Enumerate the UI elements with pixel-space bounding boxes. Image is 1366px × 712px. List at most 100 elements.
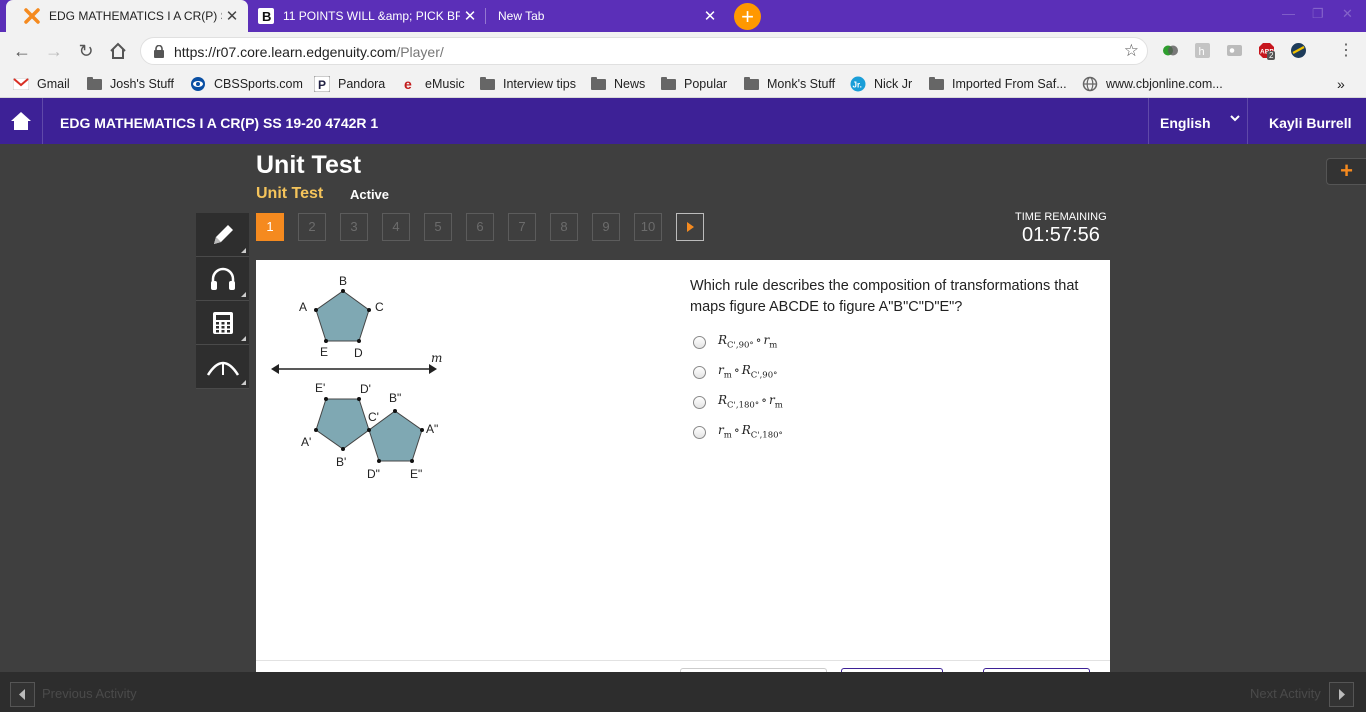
extension-compass-icon[interactable] bbox=[1290, 42, 1307, 59]
question-7-button[interactable]: 7 bbox=[508, 213, 536, 241]
bookmark-monks-stuff[interactable]: Monk's Stuff bbox=[743, 76, 835, 92]
home-icon[interactable] bbox=[107, 40, 129, 62]
radio-button[interactable] bbox=[693, 365, 706, 379]
bookmark-interview-tips[interactable]: Interview tips bbox=[479, 76, 576, 92]
next-question-button[interactable] bbox=[676, 213, 704, 241]
adblock-icon[interactable]: ABP 2 bbox=[1258, 42, 1276, 60]
bookmark-imported-from-safari[interactable]: Imported From Saf... bbox=[928, 76, 1067, 92]
question-1-button[interactable]: 1 bbox=[256, 213, 284, 241]
folder-icon bbox=[743, 76, 759, 92]
answer-choice-1[interactable]: RC',90° ∘ rm bbox=[693, 332, 777, 352]
bookmark-cbssports[interactable]: CBSSports.com bbox=[190, 76, 303, 92]
label-c-prime: C' bbox=[368, 410, 379, 424]
answer-choice-2[interactable]: rm ∘ RC',90° bbox=[693, 362, 777, 382]
address-bar[interactable]: https://r07.core.learn.edgenuity.com/Pla… bbox=[140, 37, 1148, 65]
text-to-speech-button[interactable] bbox=[196, 257, 249, 301]
bookmark-label: www.cbjonline.com... bbox=[1106, 77, 1223, 91]
choice-expression: rm ∘ RC',90° bbox=[718, 363, 778, 381]
new-tab-button[interactable]: + bbox=[734, 3, 761, 30]
pentagon-prime bbox=[315, 398, 370, 450]
question-9-button[interactable]: 9 bbox=[592, 213, 620, 241]
radio-button[interactable] bbox=[693, 425, 706, 439]
protractor-tool-button[interactable] bbox=[196, 345, 249, 389]
triangle-left-icon bbox=[19, 689, 25, 700]
previous-activity-label[interactable]: Previous Activity bbox=[42, 686, 137, 701]
tab-title: New Tab bbox=[498, 9, 545, 23]
svg-text:P: P bbox=[318, 78, 326, 92]
tab-new-tab[interactable]: New Tab ✕ bbox=[480, 0, 726, 32]
browser-menu-icon[interactable]: ⋮ bbox=[1335, 40, 1357, 62]
calculator-button[interactable] bbox=[196, 301, 249, 345]
label-c: C bbox=[375, 300, 384, 314]
bookmarks-bar: Gmail Josh's Stuff CBSSports.com P Pando… bbox=[0, 70, 1366, 98]
folder-icon bbox=[590, 76, 606, 92]
forward-arrow-icon[interactable]: → bbox=[43, 40, 65, 62]
question-6-button[interactable]: 6 bbox=[466, 213, 494, 241]
previous-activity-button[interactable] bbox=[10, 682, 35, 707]
user-name[interactable]: Kayli Burrell bbox=[1269, 115, 1351, 131]
label-e: E bbox=[320, 345, 328, 359]
pentagon-abcde bbox=[315, 290, 370, 342]
transformation-figure: A B C D E m A' B' C' D' E' A" B" D" E" bbox=[271, 274, 442, 481]
window-close-icon[interactable]: ✕ bbox=[1342, 6, 1353, 22]
question-8-button[interactable]: 8 bbox=[550, 213, 578, 241]
app-home-button[interactable] bbox=[0, 98, 43, 144]
question-4-button[interactable]: 4 bbox=[382, 213, 410, 241]
minimize-icon[interactable]: — bbox=[1282, 6, 1295, 21]
tab-edgenuity[interactable]: EDG MATHEMATICS I A CR(P) SS ✕ bbox=[6, 0, 248, 32]
emusic-icon: e bbox=[401, 76, 417, 92]
question-panel: A B C D E m A' B' C' D' E' A" B" D" E" W… bbox=[256, 260, 1110, 674]
more-bookmarks-chevron[interactable]: » bbox=[1337, 76, 1345, 92]
line-arrow-right bbox=[429, 364, 437, 374]
extension-green-icon[interactable] bbox=[1162, 42, 1179, 59]
back-arrow-icon[interactable]: ← bbox=[11, 40, 33, 62]
extension-ghost-icon[interactable]: h bbox=[1194, 42, 1211, 59]
svg-text:B: B bbox=[262, 9, 271, 24]
pencil-tool-button[interactable] bbox=[196, 213, 249, 257]
expand-plus-button[interactable]: + bbox=[1326, 158, 1366, 185]
bookmark-label: Monk's Stuff bbox=[767, 77, 836, 91]
maximize-icon[interactable]: ❐ bbox=[1312, 6, 1324, 22]
question-10-button[interactable]: 10 bbox=[634, 213, 662, 241]
question-2-button[interactable]: 2 bbox=[298, 213, 326, 241]
url-text: https://r07.core.learn.edgenuity.com/Pla… bbox=[174, 44, 444, 60]
bookmark-news[interactable]: News bbox=[590, 76, 645, 92]
calculator-icon bbox=[212, 311, 233, 334]
brainly-icon: B bbox=[258, 8, 274, 24]
bookmark-star-icon[interactable]: ☆ bbox=[1124, 41, 1139, 61]
extension-badge: 2 bbox=[1267, 51, 1276, 60]
pandora-icon: P bbox=[314, 76, 330, 92]
reload-icon[interactable]: ↻ bbox=[75, 40, 97, 62]
question-3-button[interactable]: 3 bbox=[340, 213, 368, 241]
answer-choice-3[interactable]: RC',180° ∘ rm bbox=[693, 392, 783, 412]
tab-close-icon[interactable]: ✕ bbox=[700, 7, 720, 25]
label-a-prime: A' bbox=[301, 435, 311, 449]
answer-choice-4[interactable]: rm ∘ RC',180° bbox=[693, 422, 783, 442]
bookmark-popular[interactable]: Popular bbox=[660, 76, 727, 92]
tab-brainly[interactable]: B 11 POINTS WILL &amp; PICK BR ✕ bbox=[240, 0, 486, 32]
language-label: English bbox=[1160, 115, 1211, 131]
language-selector[interactable]: English bbox=[1148, 98, 1248, 144]
bookmark-joshs-stuff[interactable]: Josh's Stuff bbox=[86, 76, 174, 92]
cbs-eye-icon bbox=[190, 76, 206, 92]
edgenuity-x-icon bbox=[24, 8, 40, 24]
tab-close-icon[interactable]: ✕ bbox=[222, 7, 242, 25]
radio-button[interactable] bbox=[693, 335, 706, 349]
bookmark-gmail[interactable]: Gmail bbox=[13, 76, 70, 92]
bookmark-label: Nick Jr bbox=[874, 77, 913, 91]
bookmark-emusic[interactable]: e eMusic bbox=[401, 76, 465, 92]
next-activity-label[interactable]: Next Activity bbox=[1250, 686, 1321, 701]
extension-card-icon[interactable] bbox=[1226, 42, 1243, 59]
protractor-icon bbox=[206, 361, 239, 376]
label-b-prime: B' bbox=[336, 455, 346, 469]
radio-button[interactable] bbox=[693, 395, 706, 409]
svg-text:e: e bbox=[404, 76, 412, 92]
tab-close-icon[interactable]: ✕ bbox=[460, 7, 480, 25]
bookmark-cbjonline[interactable]: www.cbjonline.com... bbox=[1082, 76, 1223, 92]
bookmark-nick-jr[interactable]: Jr. Nick Jr bbox=[850, 76, 912, 92]
question-5-button[interactable]: 5 bbox=[424, 213, 452, 241]
globe-icon bbox=[1082, 76, 1098, 92]
next-activity-button[interactable] bbox=[1329, 682, 1354, 707]
bookmark-pandora[interactable]: P Pandora bbox=[314, 76, 385, 92]
page-title: Unit Test bbox=[256, 151, 362, 179]
